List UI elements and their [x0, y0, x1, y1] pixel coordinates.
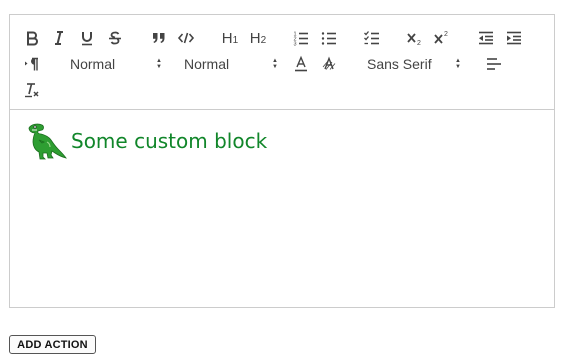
size-picker-value: Normal — [70, 56, 116, 72]
header-picker[interactable]: Normal ▲ ▼ — [184, 53, 278, 75]
direction-rtl-icon — [25, 57, 38, 71]
svg-text:2: 2 — [444, 31, 448, 38]
custom-block: Some custom block — [25, 122, 267, 160]
font-picker-value: Sans Serif — [367, 56, 432, 72]
bold-icon — [27, 31, 38, 46]
blockquote-button[interactable] — [147, 27, 171, 49]
direction-button[interactable] — [20, 53, 44, 75]
add-action-button[interactable]: ADD ACTION — [9, 335, 96, 354]
header-2-button[interactable]: H2 — [244, 27, 272, 49]
code-block-icon — [177, 32, 195, 44]
align-button[interactable] — [482, 53, 506, 75]
bold-button[interactable] — [20, 27, 44, 49]
checklist-button[interactable] — [360, 27, 384, 49]
clear-format-icon — [25, 83, 39, 98]
editor-content[interactable]: Some custom block — [10, 110, 554, 308]
chevron-updown-icon: ▲ ▼ — [455, 58, 461, 70]
header-1-label: H — [221, 29, 233, 47]
checklist-icon — [364, 31, 379, 45]
chevron-updown-icon: ▲ ▼ — [156, 58, 162, 70]
header-2-sub: 2 — [260, 34, 267, 46]
subscript-icon: 2 — [407, 33, 421, 47]
underline-icon — [82, 32, 92, 46]
background-color-button[interactable] — [317, 53, 341, 75]
custom-block-text: Some custom block — [71, 129, 268, 153]
italic-button[interactable] — [47, 27, 71, 49]
size-picker[interactable]: Normal ▲ ▼ — [70, 53, 162, 75]
header-1-button[interactable]: H1 — [216, 27, 244, 49]
indent-icon — [507, 31, 521, 45]
subscript-button[interactable]: 2 — [403, 27, 427, 49]
header-picker-value: Normal — [184, 56, 230, 72]
text-color-icon — [295, 55, 307, 72]
chevron-updown-icon: ▲ ▼ — [272, 58, 278, 70]
bullet-list-button[interactable] — [317, 27, 341, 49]
blockquote-icon — [153, 33, 165, 43]
dinosaur-icon — [28, 123, 67, 160]
ordered-list-icon: 1 2 3 — [294, 32, 308, 48]
header-1-sub: 1 — [232, 34, 239, 46]
code-block-button[interactable] — [174, 27, 198, 49]
svg-text:2: 2 — [417, 40, 421, 47]
bullet-list-icon — [321, 32, 336, 45]
rich-text-editor: H1 H2 1 2 3 2 2 Normal ▲ ▼ Normal ▲ ▼ Sa… — [9, 14, 555, 308]
outdent-button[interactable] — [474, 27, 498, 49]
font-picker[interactable]: Sans Serif ▲ ▼ — [367, 53, 461, 75]
italic-icon — [55, 31, 63, 45]
text-color-button[interactable] — [289, 53, 313, 75]
ordered-list-button[interactable]: 1 2 3 — [289, 27, 313, 49]
background-color-icon — [322, 56, 336, 70]
editor-toolbar: H1 H2 1 2 3 2 2 Normal ▲ ▼ Normal ▲ ▼ Sa… — [10, 15, 554, 110]
underline-button[interactable] — [75, 27, 99, 49]
superscript-button[interactable]: 2 — [430, 27, 454, 49]
svg-text:3: 3 — [294, 42, 297, 48]
outdent-icon — [479, 31, 493, 45]
strikethrough-icon — [109, 31, 121, 45]
superscript-icon: 2 — [434, 31, 448, 44]
indent-button[interactable] — [502, 27, 526, 49]
align-icon — [487, 58, 501, 70]
clear-format-button[interactable] — [20, 79, 44, 101]
header-2-label: H — [249, 29, 261, 47]
strike-button[interactable] — [103, 27, 127, 49]
